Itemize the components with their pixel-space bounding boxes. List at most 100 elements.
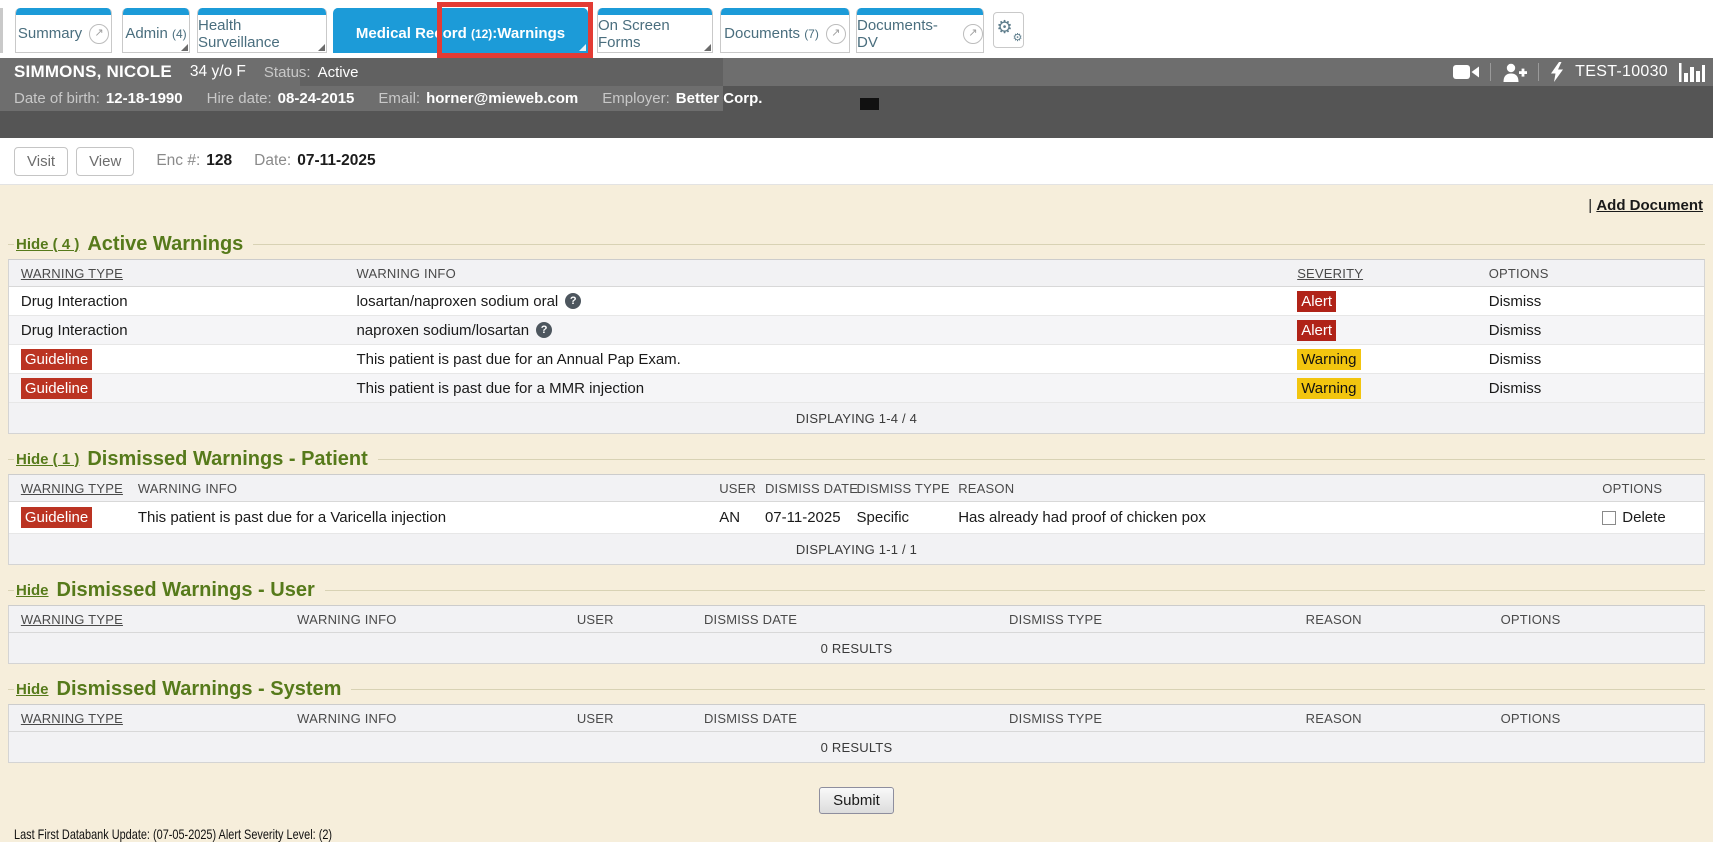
table-row: Drug Interaction losartan/naproxen sodium…: [9, 287, 1704, 316]
external-link-icon[interactable]: ↗: [963, 24, 983, 44]
add-person-icon[interactable]: [1502, 63, 1527, 82]
dismiss-link[interactable]: Dismiss: [1489, 322, 1542, 339]
hire-date-label: Hire date:: [207, 90, 272, 107]
warnings-page: | Add Document Hide ( 4 )Active Warnings…: [0, 185, 1713, 829]
tab-label: On Screen Forms: [598, 17, 712, 51]
cell-text: 07-11-2025: [765, 509, 841, 526]
tab-label: Health Surveillance: [198, 17, 326, 51]
status-label: Status:: [264, 64, 311, 81]
dismiss-link[interactable]: Dismiss: [1489, 293, 1542, 310]
hide-toggle-link[interactable]: Hide: [16, 582, 49, 599]
settings-gear-button[interactable]: ⚙⚙: [993, 12, 1024, 48]
section-rule: [378, 459, 1705, 460]
table-result-count: DISPLAYING 1-4 / 4: [9, 403, 1704, 433]
cell-text: This patient is past due for an Annual P…: [356, 351, 680, 368]
hire-date-value: 08-24-2015: [278, 90, 355, 107]
red-highlight-box: [437, 2, 593, 58]
encounter-bar: Visit View Enc #: 128 Date: 07-11-2025: [0, 138, 1713, 185]
tab-bar: Summary↗Admin (4)Health SurveillanceMedi…: [0, 0, 1713, 58]
section-title: Active Warnings: [87, 233, 243, 256]
warnings-table: WARNING TYPEWARNING INFOUSERDISMISS DATE…: [8, 605, 1705, 664]
external-link-icon[interactable]: ↗: [826, 24, 846, 44]
warnings-table: WARNING TYPEWARNING INFOSEVERITYOPTIONSD…: [8, 259, 1705, 434]
column-header-warning-info: WARNING INFO: [297, 606, 396, 632]
enc-number-value: 128: [206, 152, 232, 170]
hide-toggle-link[interactable]: Hide ( 1 ): [16, 451, 79, 468]
column-header-user: USER: [577, 705, 614, 731]
alert-badge: Alert: [1297, 320, 1336, 341]
section-title: Dismissed Warnings - User: [57, 579, 315, 602]
cell-text: This patient is past due for a MMR injec…: [356, 380, 644, 397]
section-rule: [325, 590, 1705, 591]
warnings-table: WARNING TYPEWARNING INFOUSERDISMISS DATE…: [8, 474, 1705, 565]
section-rule: [351, 689, 1705, 690]
tab-on-screen-forms[interactable]: On Screen Forms: [597, 8, 713, 53]
video-camera-icon[interactable]: [1453, 63, 1479, 81]
dob-value: 12-18-1990: [106, 90, 183, 107]
lightning-icon[interactable]: [1550, 62, 1564, 82]
delete-checkbox[interactable]: [1602, 511, 1616, 525]
employer-label: Employer:: [602, 90, 670, 107]
cell-text: losartan/naproxen sodium oral: [356, 293, 558, 310]
submit-button[interactable]: Submit: [819, 787, 894, 814]
add-document-link[interactable]: Add Document: [1596, 197, 1703, 214]
table-result-count: 0 RESULTS: [9, 633, 1704, 663]
cell-text: This patient is past due for a Varicella…: [138, 509, 446, 526]
column-header-warning-type[interactable]: WARNING TYPE: [21, 475, 123, 501]
gears-icon: ⚙⚙: [998, 19, 1020, 41]
column-header-warning-type[interactable]: WARNING TYPE: [21, 260, 123, 286]
cell-text: naproxen sodium/losartan: [356, 322, 529, 339]
patient-name: SIMMONS, NICOLE: [14, 62, 172, 82]
table-row: Drug Interactionnaproxen sodium/losartan…: [9, 316, 1704, 345]
chart-id: TEST-10030: [1575, 63, 1668, 81]
section-active-warnings: Hide ( 4 ) Active Warnings WARNING TYPE WAR…: [8, 229, 1705, 434]
column-header-options: OPTIONS: [1501, 705, 1561, 731]
column-header-dismiss-type: DISMISS TYPE: [1009, 705, 1102, 731]
tab-label: Documents-DV: [857, 17, 956, 51]
help-question-icon[interactable]: ?: [536, 322, 552, 338]
databank-footnote: Last First Databank Update: (07-05-2025)…: [14, 826, 1333, 842]
tab-edge-fragment: [0, 8, 3, 53]
column-header-dismiss-date: DISMISS DATE: [765, 475, 858, 501]
hide-toggle-link[interactable]: Hide: [16, 681, 49, 698]
enc-number-label: Enc #:: [156, 152, 200, 170]
external-link-icon[interactable]: ↗: [89, 24, 109, 44]
tab-summary[interactable]: Summary ↗: [15, 8, 112, 53]
table-row: GuidelineThis patient is past due for an…: [9, 345, 1704, 374]
column-header-severity[interactable]: SEVERITY: [1297, 260, 1363, 286]
warning-badge: Warning: [1297, 378, 1360, 399]
column-header-dismiss-date: DISMISS DATE: [704, 705, 797, 731]
tab-admin[interactable]: Admin (4): [122, 8, 190, 53]
tab-label: Admin (4): [125, 25, 186, 42]
column-header-options: OPTIONS: [1602, 475, 1662, 501]
dismiss-link[interactable]: Dismiss: [1489, 351, 1542, 368]
visit-button[interactable]: Visit: [14, 147, 68, 176]
column-header-options: OPTIONS: [1489, 260, 1549, 286]
section-rule: [253, 244, 1705, 245]
alert-badge: Alert: [1297, 291, 1336, 312]
cell-text: AN: [719, 509, 740, 526]
cell-text: Drug Interaction: [21, 293, 128, 310]
dob-label: Date of birth:: [14, 90, 100, 107]
tab-menu-corner-icon: [318, 44, 325, 51]
hide-toggle-link[interactable]: Hide ( 4 ): [16, 236, 79, 253]
dismiss-link[interactable]: Dismiss: [1489, 380, 1542, 397]
view-button[interactable]: View: [76, 147, 134, 176]
column-header-warning-type[interactable]: WARNING TYPE: [21, 705, 123, 731]
bar-chart-icon[interactable]: [1679, 63, 1705, 82]
section-dismissed-warnings-system: HideDismissed Warnings - SystemWARNING T…: [8, 674, 1705, 763]
tab-label: Summary: [18, 25, 82, 42]
column-header-dismiss-type: DISMISS TYPE: [1009, 606, 1102, 632]
tab-health-surveillance[interactable]: Health Surveillance: [197, 8, 327, 53]
guideline-badge: Guideline: [21, 378, 92, 399]
help-question-icon[interactable]: ?: [565, 293, 581, 309]
tab-documents[interactable]: Documents (7)↗: [720, 8, 850, 53]
guideline-badge: Guideline: [21, 507, 92, 528]
column-header-user: USER: [719, 475, 756, 501]
column-header-warning-type[interactable]: WARNING TYPE: [21, 606, 123, 632]
column-header-warning-info: WARNING INFO: [356, 260, 455, 286]
patient-age-sex: 34 y/o F: [190, 63, 246, 81]
column-header-options: OPTIONS: [1501, 606, 1561, 632]
warning-badge: Warning: [1297, 349, 1360, 370]
tab-documents-dv[interactable]: Documents-DV ↗: [856, 8, 984, 53]
